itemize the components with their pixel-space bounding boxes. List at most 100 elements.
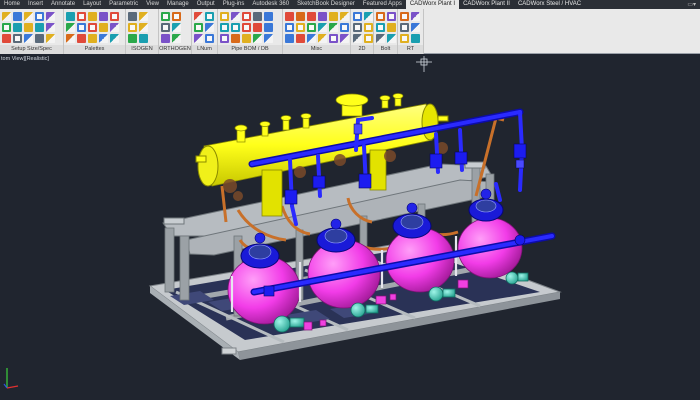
tab-insert[interactable]: Insert — [24, 0, 47, 9]
ribbon-tool-icon[interactable] — [194, 12, 203, 21]
ribbon-tool-icon[interactable] — [264, 23, 273, 32]
ribbon-tool-icon[interactable] — [264, 12, 273, 21]
plant-3d-model[interactable] — [0, 55, 700, 400]
ribbon-tool-icon[interactable] — [242, 34, 251, 43]
tab-layout[interactable]: Layout — [79, 0, 105, 9]
tab-annotate[interactable]: Annotate — [47, 0, 79, 9]
ribbon-tool-icon[interactable] — [13, 34, 22, 43]
ribbon-tool-icon[interactable] — [400, 12, 409, 21]
ribbon-tool-icon[interactable] — [172, 12, 181, 21]
ribbon-tool-icon[interactable] — [46, 12, 55, 21]
tab-cadworx-steel-hvac[interactable]: CADWorx Steel / HVAC — [514, 0, 585, 9]
ribbon-tool-icon[interactable] — [387, 23, 396, 32]
ribbon-tool-icon[interactable] — [307, 23, 316, 32]
ribbon-tool-icon[interactable] — [99, 34, 108, 43]
ribbon-tool-icon[interactable] — [340, 12, 349, 21]
ribbon-tool-icon[interactable] — [411, 12, 420, 21]
viewport-label[interactable]: tom View][Realistic] — [1, 56, 49, 62]
ribbon-tool-icon[interactable] — [220, 23, 229, 32]
ribbon-tool-icon[interactable] — [253, 12, 262, 21]
ribbon-tool-icon[interactable] — [24, 23, 33, 32]
ribbon-tool-icon[interactable] — [35, 12, 44, 21]
ribbon-tool-icon[interactable] — [353, 12, 362, 21]
ribbon-tool-icon[interactable] — [364, 34, 373, 43]
ribbon-tool-icon[interactable] — [128, 34, 137, 43]
ribbon-tool-icon[interactable] — [77, 12, 86, 21]
ribbon-tool-icon[interactable] — [172, 23, 181, 32]
ribbon-tool-icon[interactable] — [307, 34, 316, 43]
ribbon-tool-icon[interactable] — [99, 23, 108, 32]
ribbon-tool-icon[interactable] — [353, 34, 362, 43]
ribbon-tool-icon[interactable] — [387, 12, 396, 21]
ribbon-tool-icon[interactable] — [400, 34, 409, 43]
ribbon-tool-icon[interactable] — [253, 34, 262, 43]
ribbon-tool-icon[interactable] — [2, 23, 11, 32]
ribbon-tool-icon[interactable] — [88, 23, 97, 32]
ribbon-tool-icon[interactable] — [296, 23, 305, 32]
ribbon-tool-icon[interactable] — [318, 12, 327, 21]
ribbon-tool-icon[interactable] — [220, 12, 229, 21]
ribbon-tool-icon[interactable] — [231, 12, 240, 21]
ribbon-tool-icon[interactable] — [253, 23, 262, 32]
ribbon-tool-icon[interactable] — [24, 12, 33, 21]
ribbon-tool-icon[interactable] — [77, 34, 86, 43]
ribbon-tool-icon[interactable] — [387, 34, 396, 43]
ribbon-tool-icon[interactable] — [99, 12, 108, 21]
ribbon-tool-icon[interactable] — [13, 12, 22, 21]
ribbon-tool-icon[interactable] — [128, 12, 137, 21]
ribbon-tool-icon[interactable] — [242, 23, 251, 32]
ribbon-tool-icon[interactable] — [128, 23, 137, 32]
ribbon-tool-icon[interactable] — [329, 23, 338, 32]
ribbon-tool-icon[interactable] — [110, 34, 119, 43]
ribbon-tool-icon[interactable] — [77, 23, 86, 32]
ribbon-tool-icon[interactable] — [139, 34, 148, 43]
tab-autodesk-360[interactable]: Autodesk 360 — [248, 0, 293, 9]
ribbon-tool-icon[interactable] — [13, 23, 22, 32]
ribbon-tool-icon[interactable] — [285, 12, 294, 21]
ribbon-tool-icon[interactable] — [364, 12, 373, 21]
ribbon-tool-icon[interactable] — [376, 34, 385, 43]
ribbon-tool-icon[interactable] — [161, 12, 170, 21]
ribbon-tool-icon[interactable] — [24, 34, 33, 43]
tab-output[interactable]: Output — [193, 0, 219, 9]
ribbon-tool-icon[interactable] — [264, 34, 273, 43]
ribbon-tool-icon[interactable] — [205, 12, 214, 21]
ribbon-tool-icon[interactable] — [161, 34, 170, 43]
ribbon-tool-icon[interactable] — [318, 34, 327, 43]
ribbon-tool-icon[interactable] — [329, 12, 338, 21]
ribbon-tool-icon[interactable] — [88, 12, 97, 21]
ribbon-tool-icon[interactable] — [161, 23, 170, 32]
ribbon-tool-icon[interactable] — [340, 23, 349, 32]
ribbon-tool-icon[interactable] — [285, 34, 294, 43]
ribbon-tool-icon[interactable] — [340, 34, 349, 43]
ribbon-tool-icon[interactable] — [35, 23, 44, 32]
ribbon-tool-icon[interactable] — [194, 23, 203, 32]
ribbon-tool-icon[interactable] — [172, 34, 181, 43]
ribbon-tool-icon[interactable] — [376, 12, 385, 21]
ribbon-tool-icon[interactable] — [194, 34, 203, 43]
ribbon-tool-icon[interactable] — [66, 23, 75, 32]
ribbon-tool-icon[interactable] — [296, 12, 305, 21]
ribbon-tool-icon[interactable] — [139, 12, 148, 21]
tab-home[interactable]: Home — [0, 0, 24, 9]
tab-plug-ins[interactable]: Plug-ins — [219, 0, 249, 9]
ribbon-tool-icon[interactable] — [400, 23, 409, 32]
tab-parametric[interactable]: Parametric — [105, 0, 142, 9]
tab-view[interactable]: View — [142, 0, 163, 9]
ribbon-tool-icon[interactable] — [2, 12, 11, 21]
ribbon-tool-icon[interactable] — [364, 23, 373, 32]
tab-cadworx-plant-1[interactable]: CADWorx Plant I — [405, 0, 460, 9]
ribbon-tool-icon[interactable] — [2, 34, 11, 43]
ribbon-tool-icon[interactable] — [296, 34, 305, 43]
ribbon-tool-icon[interactable] — [376, 23, 385, 32]
ribbon-tool-icon[interactable] — [46, 34, 55, 43]
ribbon-tool-icon[interactable] — [285, 23, 294, 32]
ribbon-tool-icon[interactable] — [231, 34, 240, 43]
tab-featured-apps[interactable]: Featured Apps — [359, 0, 406, 9]
ribbon-tool-icon[interactable] — [66, 34, 75, 43]
ribbon-tool-icon[interactable] — [139, 23, 148, 32]
ribbon-tool-icon[interactable] — [411, 23, 420, 32]
ribbon-tool-icon[interactable] — [66, 12, 75, 21]
ribbon-tool-icon[interactable] — [318, 23, 327, 32]
ribbon-tool-icon[interactable] — [411, 34, 420, 43]
